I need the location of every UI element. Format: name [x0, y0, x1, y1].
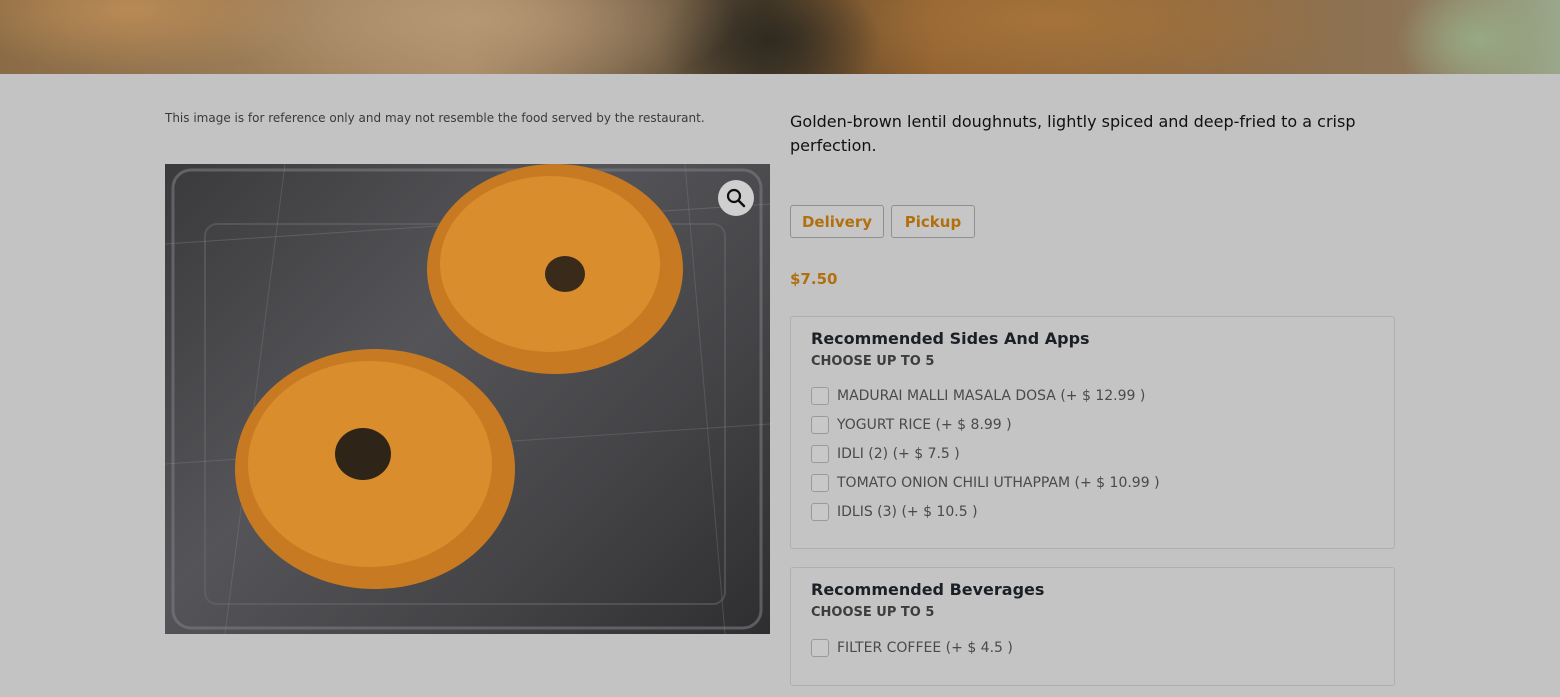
option-label: YOGURT RICE (+ $ 8.99 ): [837, 417, 1012, 433]
checkbox[interactable]: [811, 639, 829, 657]
pickup-button[interactable]: Pickup: [891, 205, 975, 238]
option-label: FILTER COFFEE (+ $ 4.5 ): [837, 640, 1013, 656]
food-photo[interactable]: [165, 164, 770, 634]
sides-group: Recommended Sides And Apps CHOOSE UP TO …: [790, 316, 1395, 549]
item-description: Golden-brown lentil doughnuts, lightly s…: [790, 112, 1356, 155]
option-item[interactable]: TOMATO ONION CHILI UTHAPPAM (+ $ 10.99 ): [811, 473, 1160, 493]
delivery-button[interactable]: Delivery: [790, 205, 884, 238]
zoom-button[interactable]: [718, 180, 754, 216]
group-limit: CHOOSE UP TO 5: [811, 354, 935, 369]
option-label: IDLIS (3) (+ $ 10.5 ): [837, 504, 978, 520]
option-label: TOMATO ONION CHILI UTHAPPAM (+ $ 10.99 ): [837, 475, 1160, 491]
option-item[interactable]: IDLIS (3) (+ $ 10.5 ): [811, 502, 978, 522]
checkbox[interactable]: [811, 503, 829, 521]
group-limit: CHOOSE UP TO 5: [811, 605, 935, 620]
beverages-group: Recommended Beverages CHOOSE UP TO 5 FIL…: [790, 567, 1395, 686]
group-title: Recommended Beverages: [811, 580, 1045, 599]
item-price: $7.50: [790, 270, 838, 288]
option-label: MADURAI MALLI MASALA DOSA (+ $ 12.99 ): [837, 388, 1146, 404]
option-item[interactable]: YOGURT RICE (+ $ 8.99 ): [811, 415, 1012, 435]
option-item[interactable]: FILTER COFFEE (+ $ 4.5 ): [811, 638, 1013, 658]
group-title: Recommended Sides And Apps: [811, 329, 1090, 348]
option-item[interactable]: MADURAI MALLI MASALA DOSA (+ $ 12.99 ): [811, 386, 1145, 406]
checkbox[interactable]: [811, 474, 829, 492]
option-label: IDLI (2) (+ $ 7.5 ): [837, 446, 960, 462]
image-disclaimer: This image is for reference only and may…: [165, 111, 705, 125]
magnifier-icon: [726, 188, 746, 208]
hero-banner-image: [0, 0, 1560, 74]
checkbox[interactable]: [811, 387, 829, 405]
checkbox[interactable]: [811, 445, 829, 463]
checkbox[interactable]: [811, 416, 829, 434]
vada-illustration: [165, 164, 770, 634]
option-item[interactable]: IDLI (2) (+ $ 7.5 ): [811, 444, 960, 464]
